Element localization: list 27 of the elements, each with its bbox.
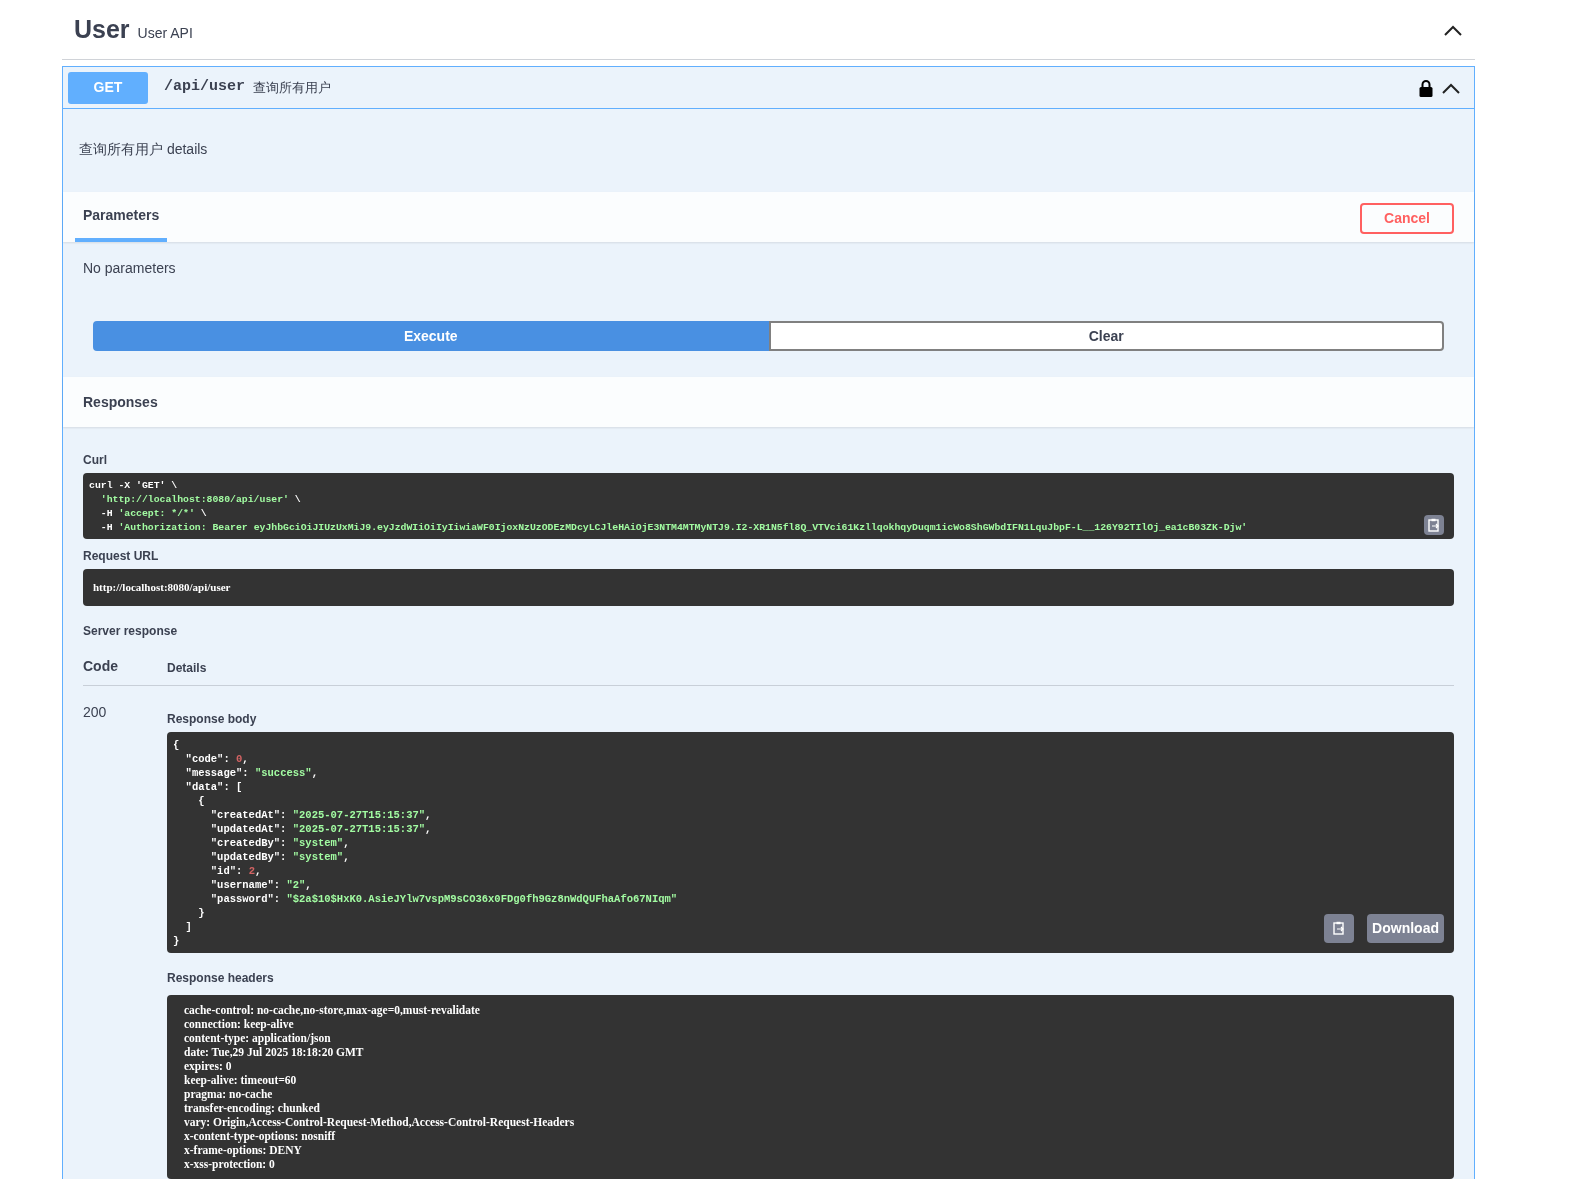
responses-title: Responses [83, 392, 158, 412]
response-body-label: Response body [167, 710, 258, 728]
column-header: Code [83, 656, 119, 676]
method-badge: GET [68, 71, 148, 104]
curl-label: Curl [83, 452, 108, 469]
status-code: 200 [83, 702, 108, 722]
section-description: User API [137, 23, 193, 43]
operation-description: 查询所有用户 details [79, 140, 209, 159]
request-url-label: Request URL [83, 548, 160, 565]
parameters-tab[interactable]: Parameters [75, 193, 168, 242]
section-title[interactable]: User [74, 10, 130, 49]
column-header: Details [167, 659, 207, 677]
copy-icon[interactable] [1324, 913, 1354, 943]
server-response-label: Server response [83, 622, 179, 640]
response-headers-block: cache-control: no-cache,no-store,max-age=0,must-revalidate connection: keep-alive content-type: application/json date: Tue,29 Jul 2025 18:18:20 GMT expires: 0 keep-alive: timeout=60 pragma: no-cache transfer-encoding: chunked vary: Origin,Access-Control-Request-Method,Access-Control-Request-Headers x-content-type-options: nosniff x-frame-options: DENY x-xss-protection: 0 [167, 994, 1454, 1179]
request-url-field: http://localhost:8080/api/user [83, 569, 1454, 606]
collapse-icon[interactable] [1443, 23, 1463, 36]
curl-command-block: curl -X 'GET' \ 'http://localhost:8080/api/user' \ -H 'accept: */*' \ -H 'Authorization: Bearer eyJhbGciOiJIUzUxMiJ9.eyJzdWIiOiIyIiwiaWF0IjoxNzUzODEzMDcyLCJleHAiOjE3NTM4MTMyNTJ9.I2-XR1N5fl8Q_VTVci61KzllqokhqyDuqm1icWo8ShGWbdIFN1LquJbpF-L__126Y92TIlOj_ea1cB03ZK-Djw' [83, 473, 1454, 539]
clear-button[interactable]: Clear [768, 321, 1444, 351]
copy-icon[interactable] [1424, 515, 1444, 535]
endpoint-path[interactable]: /api/user [164, 76, 245, 99]
endpoint-summary: 查询所有用户 [253, 78, 331, 97]
lock-icon[interactable] [1419, 78, 1433, 97]
collapse-operation-icon[interactable] [1441, 81, 1461, 94]
download-button[interactable]: Download [1367, 913, 1444, 943]
no-parameters-text: No parameters [83, 259, 177, 278]
response-headers-label: Response headers [167, 969, 275, 987]
